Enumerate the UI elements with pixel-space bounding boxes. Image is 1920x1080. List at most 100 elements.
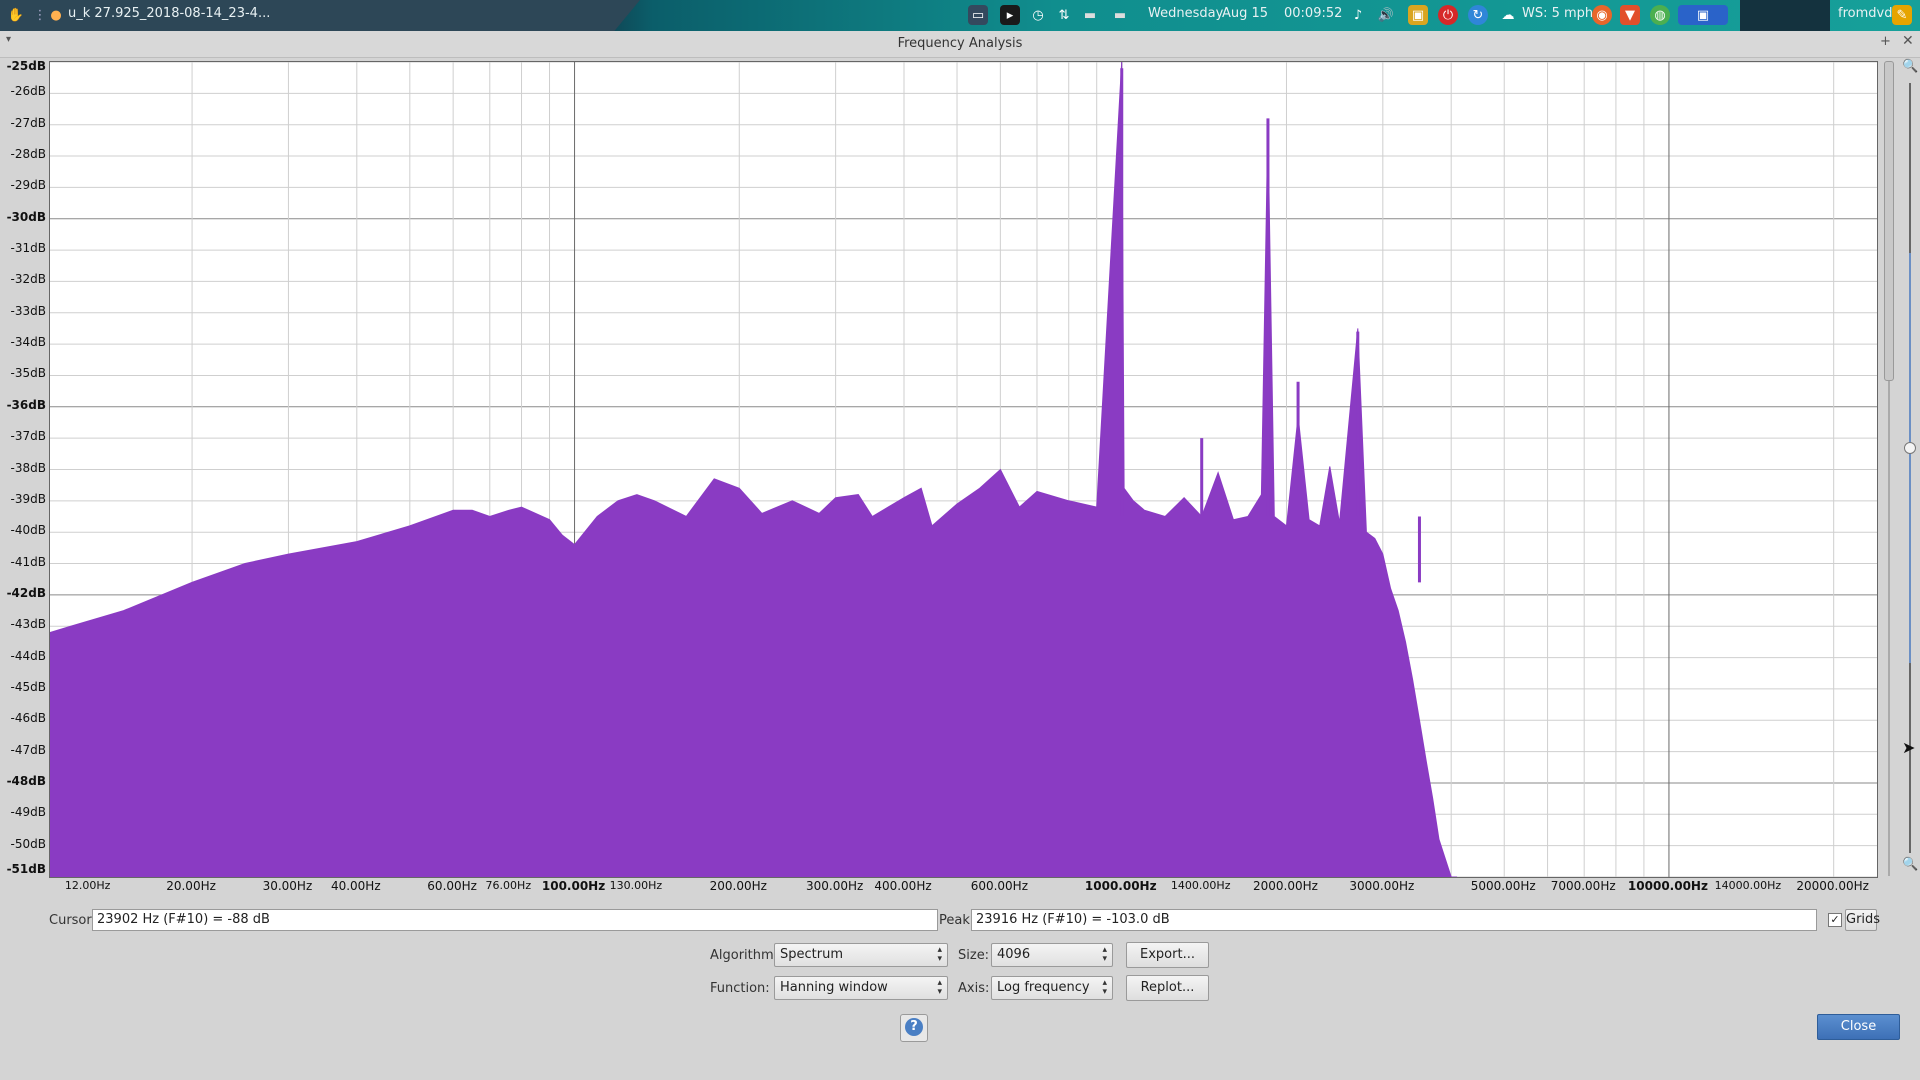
window-title: Frequency Analysis xyxy=(897,36,1023,51)
x-tick-label: 5000.00Hz xyxy=(1470,879,1536,893)
size-select[interactable]: 4096 ▴ ▾ xyxy=(991,943,1113,967)
replot-button[interactable]: Replot... xyxy=(1126,975,1209,1001)
help-icon: ? xyxy=(905,1018,923,1036)
size-value: 4096 xyxy=(997,947,1031,962)
zoom-track-lower xyxy=(1909,663,1911,853)
function-spin-icon: ▴ ▾ xyxy=(937,978,942,997)
algorithm-select[interactable]: Spectrum ▴ ▾ xyxy=(774,943,948,967)
x-tick-label: 2000.00Hz xyxy=(1252,879,1318,893)
time-text: 00:09:52 xyxy=(1284,6,1343,21)
workspace-indicator[interactable]: ▣ xyxy=(1678,5,1728,25)
help-button[interactable]: ? xyxy=(900,1014,928,1042)
y-tick-label: -33dB xyxy=(10,303,46,318)
y-tick-label: -31dB xyxy=(10,241,46,256)
y-tick-label: -43dB xyxy=(10,617,46,632)
day-text: Wednesday xyxy=(1148,6,1224,21)
x-tick-label: 12.00Hz xyxy=(64,879,111,892)
zoom-in-icon[interactable]: 🔍 xyxy=(1902,59,1918,74)
y-tick-label: -38dB xyxy=(10,460,46,475)
x-tick-label: 100.00Hz xyxy=(541,879,606,893)
zoom-out-icon[interactable]: 🔍 xyxy=(1902,857,1918,872)
close-button[interactable]: Close xyxy=(1817,1014,1900,1040)
notes-icon[interactable]: ✎ xyxy=(1892,5,1912,25)
x-tick-label: 76.00Hz xyxy=(485,879,532,892)
y-tick-label: -46dB xyxy=(10,711,46,726)
screen-icon[interactable]: ▭ xyxy=(968,5,988,25)
weather-text: WS: 5 mph xyxy=(1522,6,1594,21)
y-tick-label: -48dB xyxy=(6,773,46,788)
y-tick-label: -35dB xyxy=(10,366,46,381)
peak-field[interactable]: 23916 Hz (F#10) = -103.0 dB xyxy=(971,909,1817,931)
close-window-icon[interactable]: ✕ xyxy=(1902,33,1914,49)
y-tick-label: -44dB xyxy=(10,648,46,663)
y-tick-label: -49dB xyxy=(10,805,46,820)
y-tick-label: -29dB xyxy=(10,178,46,193)
algorithm-value: Spectrum xyxy=(780,947,843,962)
axis-label: Axis: xyxy=(958,981,990,996)
clock-app-icon[interactable]: ◷ xyxy=(1028,5,1048,25)
y-tick-label: -36dB xyxy=(6,397,46,412)
firefox-icon[interactable]: ◉ xyxy=(1592,5,1612,25)
y-tick-label: -28dB xyxy=(10,147,46,162)
y-tick-label: -30dB xyxy=(6,209,46,224)
tray-spacer xyxy=(1740,0,1830,31)
folder-icon[interactable]: ▬ xyxy=(1080,5,1100,25)
x-tick-label: 400.00Hz xyxy=(874,879,932,893)
x-tick-label: 130.00Hz xyxy=(609,879,663,892)
terminal-icon[interactable]: ▸ xyxy=(1000,5,1020,25)
scroll-thumb[interactable] xyxy=(1884,61,1894,381)
lock-icon[interactable]: ▣ xyxy=(1408,5,1428,25)
y-tick-label: -40dB xyxy=(10,523,46,538)
top-panel: ✋ ⋮ ● u_k 27.925_2018-08-14_23-4... ▭ ▸ … xyxy=(0,0,1920,31)
x-tick-label: 30.00Hz xyxy=(262,879,313,893)
date-text: Aug 15 xyxy=(1222,6,1269,21)
y-tick-label: -27dB xyxy=(10,115,46,130)
size-spin-icon: ▴ ▾ xyxy=(1102,945,1107,964)
mouse-cursor-icon: ➤ xyxy=(1902,738,1916,757)
vertical-scrollbar[interactable] xyxy=(1884,61,1894,876)
function-value: Hanning window xyxy=(780,980,888,995)
microphone-icon[interactable]: ♪ xyxy=(1348,5,1368,25)
x-tick-label: 7000.00Hz xyxy=(1550,879,1616,893)
app-menu-icon[interactable]: ✋ xyxy=(6,5,26,25)
algorithm-spin-icon: ▴ ▾ xyxy=(937,945,942,964)
x-tick-label: 200.00Hz xyxy=(709,879,767,893)
volume-icon[interactable]: 🔊 xyxy=(1376,5,1396,25)
transfer-icon[interactable]: ⇅ xyxy=(1054,5,1074,25)
export-button[interactable]: Export... xyxy=(1126,942,1209,968)
audacity-icon: ● xyxy=(50,7,62,23)
function-select[interactable]: Hanning window ▴ ▾ xyxy=(774,976,948,1000)
network-icon[interactable]: ◍ xyxy=(1650,5,1670,25)
y-tick-label: -37dB xyxy=(10,429,46,444)
y-tick-label: -26dB xyxy=(10,84,46,99)
x-tick-label: 20000.00Hz xyxy=(1796,879,1869,893)
function-label: Function: xyxy=(710,981,770,996)
y-tick-label: -41dB xyxy=(10,554,46,569)
refresh-icon[interactable]: ↻ xyxy=(1468,5,1488,25)
user-name[interactable]: fromdvd xyxy=(1838,6,1892,21)
spectrum-chart-svg xyxy=(50,62,1877,877)
cursor-field[interactable]: 23902 Hz (F#10) = -88 dB xyxy=(92,909,938,931)
y-tick-label: -32dB xyxy=(10,272,46,287)
grids-label[interactable]: Grids xyxy=(1845,909,1880,931)
y-tick-label: -47dB xyxy=(10,742,46,757)
zoom-track-upper xyxy=(1909,83,1911,253)
grids-checkbox[interactable]: ✓ xyxy=(1828,913,1842,927)
x-tick-label: 1000.00Hz xyxy=(1084,879,1157,893)
spectrum-plot[interactable] xyxy=(49,61,1878,878)
zoom-handle[interactable] xyxy=(1904,442,1916,454)
axis-spin-icon: ▴ ▾ xyxy=(1102,978,1107,997)
folder-icon-2[interactable]: ▬ xyxy=(1110,5,1130,25)
brave-icon[interactable]: ▼ xyxy=(1620,5,1640,25)
keep-above-icon[interactable]: + xyxy=(1880,34,1891,49)
y-tick-label: -51dB xyxy=(6,862,46,876)
x-tick-label: 14000.00Hz xyxy=(1714,879,1782,892)
window-title-text: u_k 27.925_2018-08-14_23-4... xyxy=(68,6,271,21)
x-tick-label: 40.00Hz xyxy=(330,879,381,893)
peak-label: Peak: xyxy=(939,913,975,928)
power-icon[interactable]: ⏻ xyxy=(1438,5,1458,25)
y-tick-label: -34dB xyxy=(10,335,46,350)
x-tick-label: 10000.00Hz xyxy=(1627,879,1708,893)
axis-select[interactable]: Log frequency ▴ ▾ xyxy=(991,976,1113,1000)
y-tick-label: -50dB xyxy=(10,836,46,851)
